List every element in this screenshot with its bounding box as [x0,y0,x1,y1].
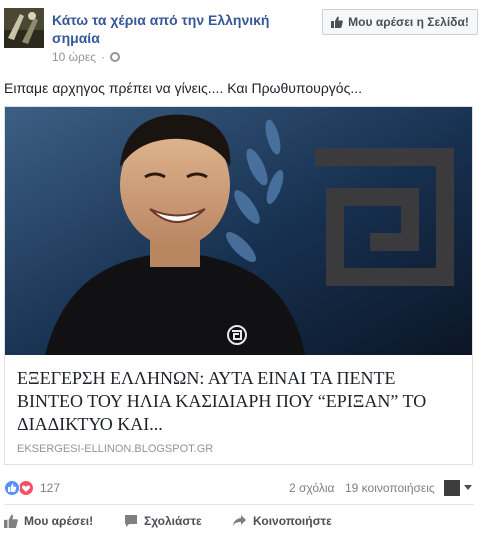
chevron-down-icon[interactable] [464,485,472,490]
globe-icon[interactable] [110,52,121,62]
shares-count[interactable]: 19 κοινοποιήσεις [345,481,435,495]
link-domain: EKSERGESI-ELLINON.BLOGSPOT.GR [17,443,214,455]
sharer-avatar[interactable] [444,480,460,496]
like-label: Μου αρέσει! [24,514,94,528]
like-icon [4,480,20,496]
comments-count[interactable]: 2 σχόλια [289,481,334,495]
post-actions: Μου αρέσει! Σχολιάστε Κοινοποιήστε [0,509,486,533]
post-meta: 10 ώρες · [52,50,121,64]
share-icon [233,515,246,526]
page-avatar[interactable] [4,8,44,48]
meta-separator: · [101,50,106,64]
share-label: Κοινοποιήστε [253,514,332,528]
page-name-link[interactable]: Κάτω τα χέρια από την Ελληνική σημαία [52,11,312,47]
thumbs-up-icon [4,514,18,528]
like-page-label: Μου αρέσει η Σελίδα! [348,15,469,29]
post-text: Ειπαμε αρχηγος πρέπει να γίνεις.... Και … [4,80,362,96]
reactions-summary[interactable] [4,480,36,496]
post-timestamp[interactable]: 10 ώρες [52,50,96,64]
link-title[interactable]: ΕΞΕΓΕΡΣΗ ΕΛΛΗΝΩΝ: ΑΥΤΑ ΕΙΝΑΙ ΤΑ ΠΕΝΤΕ ΒΙ… [17,367,462,436]
link-attachment[interactable]: ΕΞΕΓΕΡΣΗ ΕΛΛΗΝΩΝ: ΑΥΤΑ ΕΙΝΑΙ ΤΑ ΠΕΝΤΕ ΒΙ… [4,106,473,465]
link-preview-image[interactable] [5,107,472,355]
comment-label: Σχολιάστε [144,514,202,528]
like-page-button[interactable]: Μου αρέσει η Σελίδα! [322,9,478,35]
facebook-post: Κάτω τα χέρια από την Ελληνική σημαία 10… [0,0,486,541]
post-stats: 127 2 σχόλια 19 κοινοποιήσεις [0,478,486,498]
like-button[interactable]: Μου αρέσει! [4,511,93,531]
thumbs-up-icon [331,16,344,28]
actions-divider [4,504,474,505]
comment-button[interactable]: Σχολιάστε [124,511,202,531]
love-icon [18,480,34,496]
reactions-count[interactable]: 127 [40,481,60,495]
share-button[interactable]: Κοινοποιήστε [232,511,332,531]
comment-icon [125,515,137,527]
